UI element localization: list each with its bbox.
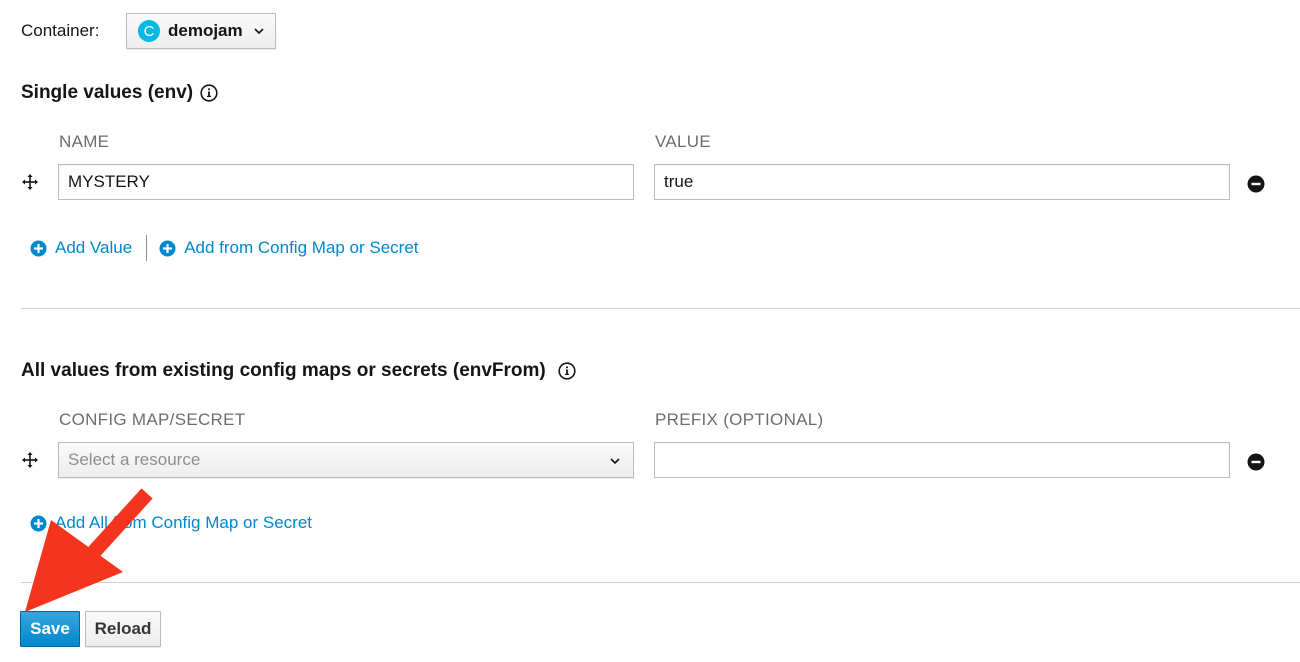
info-icon[interactable] [558, 362, 576, 380]
env-add-links: Add Value Add from Config Map or Secret [30, 235, 419, 261]
link-separator [146, 235, 148, 261]
resource-select-placeholder: Select a resource [68, 450, 201, 469]
actions-divider [21, 582, 1300, 583]
name-column-header: NAME [59, 132, 110, 151]
add-from-config-map-link[interactable]: Add from Config Map or Secret [159, 238, 419, 258]
save-button[interactable]: Save [20, 611, 80, 647]
env-name-input[interactable]: MYSTERY [58, 164, 634, 200]
reload-button[interactable]: Reload [85, 611, 161, 647]
envfrom-add-links: Add All from Config Map or Secret [30, 513, 312, 533]
env-section-title: Single values (env) [21, 82, 218, 104]
plus-circle-icon [159, 240, 176, 256]
add-from-config-map-label: Add from Config Map or Secret [184, 238, 419, 257]
envfrom-section-title-text: All values from existing config maps or … [21, 360, 546, 381]
drag-handle-icon[interactable] [21, 451, 39, 469]
drag-handle-icon[interactable] [21, 173, 39, 191]
resource-select[interactable]: Select a resource [58, 442, 634, 478]
chevron-down-icon [254, 28, 264, 35]
environment-editor: Container: C demojam Single values (env)… [0, 0, 1300, 662]
container-label: Container: [21, 21, 100, 40]
container-name: demojam [168, 21, 243, 40]
env-section-title-text: Single values (env) [21, 82, 194, 103]
add-value-link[interactable]: Add Value [30, 238, 132, 258]
section-divider [21, 308, 1300, 309]
container-badge: C [138, 20, 160, 42]
info-icon[interactable] [200, 84, 218, 102]
prefix-column-header: PREFIX (OPTIONAL) [655, 410, 824, 429]
plus-circle-icon [30, 240, 47, 256]
env-value-input[interactable]: true [654, 164, 1230, 200]
plus-circle-icon [30, 515, 47, 531]
add-value-label: Add Value [55, 238, 133, 257]
container-dropdown[interactable]: C demojam [126, 13, 276, 49]
value-column-header: VALUE [655, 132, 711, 151]
add-all-from-config-map-link[interactable]: Add All from Config Map or Secret [30, 513, 312, 533]
remove-row-icon[interactable] [1247, 453, 1265, 471]
config-map-column-header: CONFIG MAP/SECRET [59, 410, 246, 429]
prefix-input[interactable] [654, 442, 1230, 478]
add-all-from-config-map-label: Add All from Config Map or Secret [55, 513, 313, 532]
envfrom-section-title: All values from existing config maps or … [21, 360, 576, 382]
remove-row-icon[interactable] [1247, 175, 1265, 193]
chevron-down-icon [610, 458, 620, 465]
